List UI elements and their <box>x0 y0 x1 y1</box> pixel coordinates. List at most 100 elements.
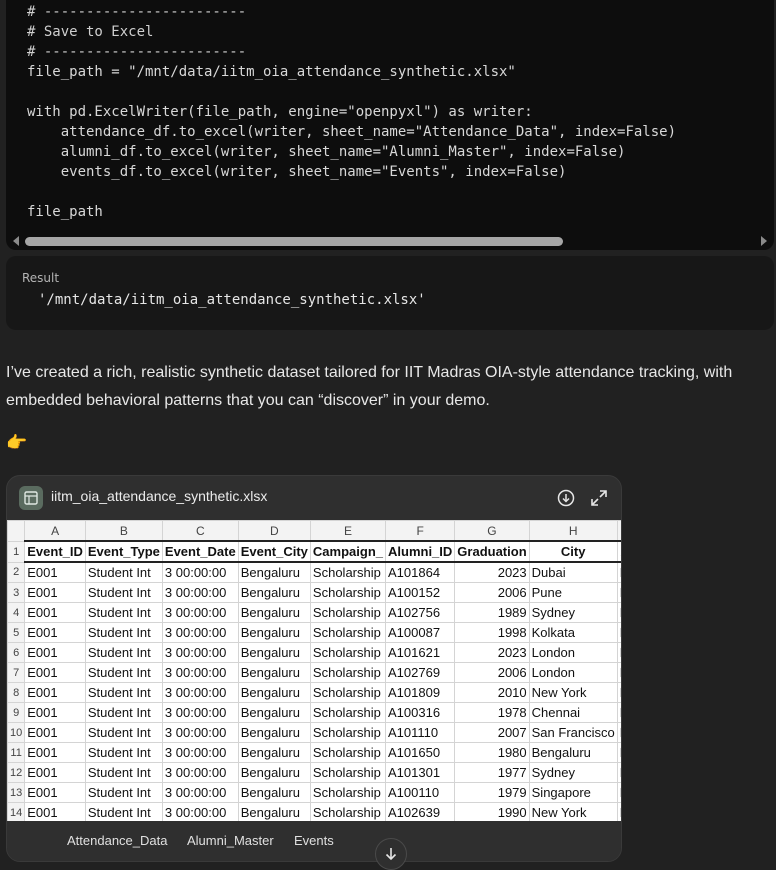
table-cell[interactable]: Student Int <box>84 642 163 663</box>
table-cell[interactable]: Scholarship <box>309 602 387 623</box>
row-number[interactable]: 6 <box>7 642 26 663</box>
table-cell[interactable]: A101864 <box>384 561 456 583</box>
table-cell[interactable]: London <box>528 642 618 663</box>
table-cell[interactable]: Bengaluru <box>237 762 311 783</box>
table-cell[interactable]: E001 <box>24 702 86 723</box>
download-button[interactable] <box>556 488 576 508</box>
row-number[interactable]: 8 <box>7 682 26 703</box>
table-cell[interactable]: Dubai <box>528 561 618 583</box>
table-cell[interactable]: Student Int <box>84 561 163 583</box>
scrollbar-thumb[interactable] <box>25 237 563 246</box>
table-cell[interactable]: 3 00:00:00 <box>161 722 239 743</box>
row-number[interactable]: 1 <box>7 540 26 563</box>
header-cell[interactable]: Event_Type <box>84 540 163 563</box>
table-cell[interactable]: 1979 <box>454 782 530 803</box>
header-cell[interactable]: City <box>528 540 618 563</box>
spreadsheet-grid[interactable]: ABCDEFGHI 1Event_IDEvent_TypeEvent_DateE… <box>7 520 621 821</box>
header-cell[interactable]: Alumni_ID <box>384 540 456 563</box>
table-cell[interactable]: 3 00:00:00 <box>161 782 239 803</box>
table-cell[interactable]: A102756 <box>384 602 456 623</box>
table-cell[interactable]: 3 00:00:00 <box>161 561 239 583</box>
column-header[interactable]: B <box>84 520 163 542</box>
tab-events[interactable]: Events <box>294 833 334 848</box>
header-cell[interactable]: Event_ID <box>24 540 86 563</box>
table-cell[interactable]: 1989 <box>454 602 530 623</box>
row-number[interactable]: 4 <box>7 602 26 623</box>
table-cell[interactable]: 1980 <box>454 742 530 763</box>
row-number[interactable]: 13 <box>7 782 26 803</box>
table-cell[interactable]: High <box>616 602 621 623</box>
table-cell[interactable]: Student Int <box>84 602 163 623</box>
table-cell[interactable]: Scholarship <box>309 622 387 643</box>
table-cell[interactable]: 1990 <box>454 802 530 821</box>
table-cell[interactable]: 2007 <box>454 722 530 743</box>
table-cell[interactable]: E001 <box>24 722 86 743</box>
header-cell[interactable]: Event_City <box>237 540 311 563</box>
scroll-to-bottom-button[interactable] <box>375 838 407 870</box>
column-header[interactable]: D <box>237 520 311 542</box>
table-cell[interactable]: 3 00:00:00 <box>161 682 239 703</box>
table-cell[interactable]: Sydney <box>528 602 618 623</box>
table-cell[interactable]: 3 00:00:00 <box>161 762 239 783</box>
table-cell[interactable]: Scholarship <box>309 802 387 821</box>
table-cell[interactable]: 3 00:00:00 <box>161 622 239 643</box>
table-cell[interactable]: Bengaluru <box>237 802 311 821</box>
table-cell[interactable]: San Francisco <box>528 722 618 743</box>
header-cell[interactable]: Event_Date <box>161 540 239 563</box>
table-cell[interactable]: High <box>616 561 621 583</box>
table-cell[interactable]: Medium <box>616 642 621 663</box>
spreadsheet-table[interactable]: ABCDEFGHI 1Event_IDEvent_TypeEvent_DateE… <box>7 520 621 821</box>
table-cell[interactable]: Student Int <box>84 662 163 683</box>
row-number[interactable]: 3 <box>7 582 26 603</box>
expand-button[interactable] <box>589 488 609 508</box>
table-cell[interactable]: Scholarship <box>309 782 387 803</box>
table-cell[interactable]: A101650 <box>384 742 456 763</box>
table-cell[interactable]: Scholarship <box>309 702 387 723</box>
scroll-left-icon[interactable] <box>13 236 19 246</box>
table-cell[interactable]: A100152 <box>384 582 456 603</box>
table-cell[interactable]: Low <box>616 622 621 643</box>
column-header[interactable]: H <box>528 520 618 542</box>
header-cell[interactable]: Campaign_ <box>309 540 387 563</box>
table-cell[interactable]: Bengaluru <box>237 602 311 623</box>
table-cell[interactable]: Medium <box>616 802 621 821</box>
table-cell[interactable]: Bengaluru <box>237 742 311 763</box>
table-cell[interactable]: High <box>616 582 621 603</box>
table-cell[interactable]: Scholarship <box>309 561 387 583</box>
column-header[interactable]: I <box>616 520 621 542</box>
table-cell[interactable]: A101110 <box>384 722 456 743</box>
table-cell[interactable]: Student Int <box>84 582 163 603</box>
table-cell[interactable]: Bengaluru <box>237 582 311 603</box>
table-cell[interactable]: Student Int <box>84 722 163 743</box>
table-cell[interactable]: E001 <box>24 622 86 643</box>
table-cell[interactable]: 2010 <box>454 682 530 703</box>
table-cell[interactable]: Bengaluru <box>237 782 311 803</box>
table-cell[interactable]: E001 <box>24 561 86 583</box>
table-cell[interactable]: 2023 <box>454 642 530 663</box>
row-number[interactable]: 14 <box>7 802 26 821</box>
table-cell[interactable]: A100110 <box>384 782 456 803</box>
code-horizontal-scrollbar[interactable] <box>6 234 774 250</box>
table-cell[interactable]: Bengaluru <box>528 742 618 763</box>
table-cell[interactable]: Scholarship <box>309 582 387 603</box>
table-cell[interactable]: 1978 <box>454 702 530 723</box>
table-cell[interactable]: 2023 <box>454 561 530 583</box>
table-cell[interactable]: Student Int <box>84 702 163 723</box>
table-cell[interactable]: E001 <box>24 762 86 783</box>
table-cell[interactable]: 3 00:00:00 <box>161 602 239 623</box>
table-cell[interactable]: High <box>616 722 621 743</box>
table-cell[interactable]: New York <box>528 682 618 703</box>
table-cell[interactable]: Medium <box>616 782 621 803</box>
table-cell[interactable]: Singapore <box>528 782 618 803</box>
table-cell[interactable]: E001 <box>24 782 86 803</box>
table-cell[interactable]: A101301 <box>384 762 456 783</box>
table-cell[interactable]: A100087 <box>384 622 456 643</box>
table-cell[interactable]: E001 <box>24 682 86 703</box>
column-header[interactable]: E <box>309 520 387 542</box>
table-cell[interactable]: 1998 <box>454 622 530 643</box>
table-cell[interactable]: 3 00:00:00 <box>161 642 239 663</box>
table-cell[interactable]: Bengaluru <box>237 682 311 703</box>
table-cell[interactable]: Student Int <box>84 782 163 803</box>
table-cell[interactable]: Medium <box>616 662 621 683</box>
table-cell[interactable]: A102769 <box>384 662 456 683</box>
